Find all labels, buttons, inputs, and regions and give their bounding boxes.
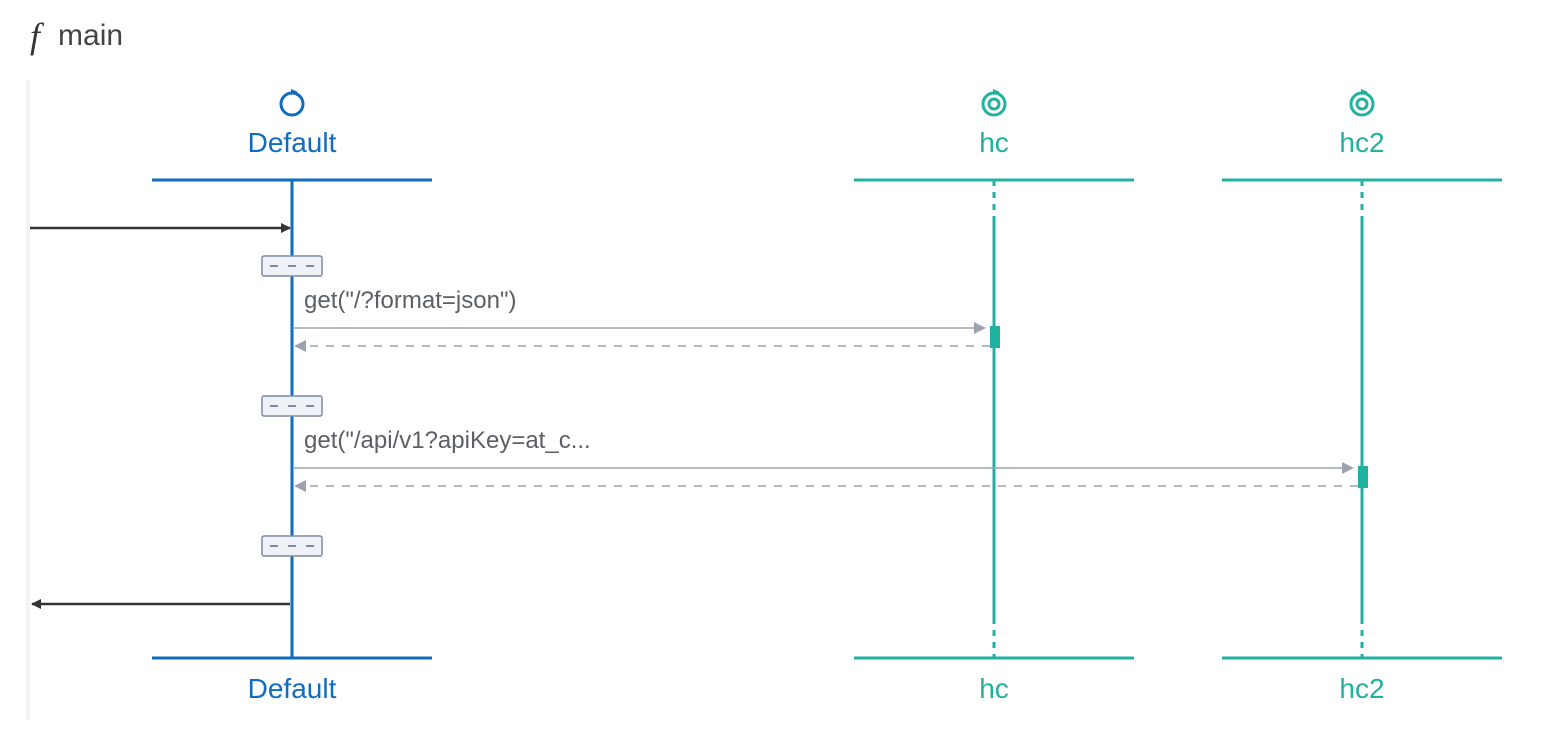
sequence-diagram: Default Default hc xyxy=(0,80,1556,730)
worker-icon xyxy=(281,89,303,115)
message-call1[interactable]: get("/?format=json") xyxy=(294,287,1000,348)
endpoint-icon xyxy=(1351,89,1373,115)
header: f main xyxy=(30,18,123,54)
participant-hc2[interactable]: hc2 hc2 xyxy=(1222,89,1502,704)
gap-box xyxy=(262,536,322,556)
participant-default-top-label: Default xyxy=(248,127,337,158)
message-call2[interactable]: get("/api/v1?apiKey=at_c... xyxy=(294,427,1368,488)
message-call2-label: get("/api/v1?apiKey=at_c... xyxy=(304,427,591,454)
participant-hc2-top-label: hc2 xyxy=(1339,127,1384,158)
participant-hc2-bottom-label: hc2 xyxy=(1339,673,1384,704)
function-name: main xyxy=(58,19,123,53)
gap-box xyxy=(262,256,322,276)
participant-hc-top-label: hc xyxy=(979,127,1009,158)
participant-hc-bottom-label: hc xyxy=(979,673,1009,704)
function-symbol-icon: f xyxy=(30,18,40,54)
participant-hc[interactable]: hc hc xyxy=(854,89,1134,704)
message-call1-label: get("/?format=json") xyxy=(304,287,516,314)
participant-default-bottom-label: Default xyxy=(248,673,337,704)
endpoint-icon xyxy=(983,89,1005,115)
activation-hc2 xyxy=(1358,466,1368,488)
activation-hc xyxy=(990,326,1000,348)
gap-box xyxy=(262,396,322,416)
